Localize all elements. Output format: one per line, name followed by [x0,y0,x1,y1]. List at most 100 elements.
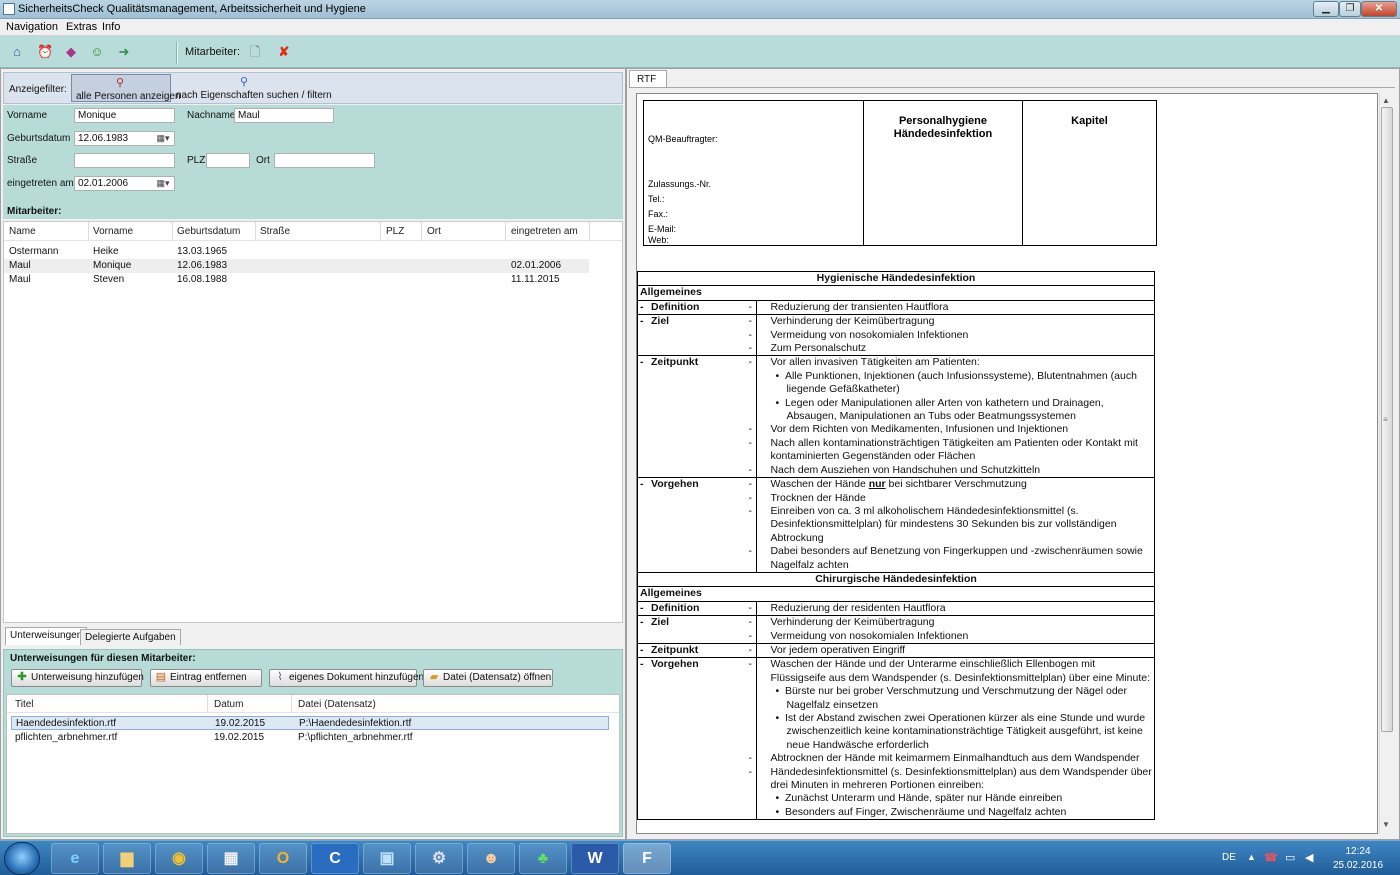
zeitpunkt-key: - Zeitpunkt [637,355,758,479]
email-label: E-Mail: [648,224,677,234]
vorgehen-value: - Waschen der Hände nur bei sichtbarer Ve… [748,477,1155,573]
citrix-icon[interactable]: C [311,843,359,874]
filter-label: Anzeigefilter: [9,84,67,95]
add-own-document-button[interactable]: ⌇ eigenes Dokument hinzufügen [269,669,424,687]
col-zip[interactable]: PLZ [386,226,404,237]
tab-rtf[interactable]: RTF [629,70,667,88]
open-file-button[interactable]: ▰ Datei (Datensatz) öffnen [423,669,553,687]
col-firstname[interactable]: Vorname [93,226,133,237]
col-name[interactable]: Name [9,226,36,237]
city-field[interactable] [274,153,375,168]
exit-icon[interactable]: ➜ [117,45,131,59]
close-button[interactable]: ✕ [1361,1,1397,17]
training-row[interactable]: pflichten_arbnehmer.rtf 19.02.2015 P:\pf… [11,731,609,745]
network-status-icon[interactable]: ▭ [1285,851,1295,864]
lastname-field[interactable]: Maul [234,108,334,123]
zip-label: PLZ [187,155,206,166]
clock-time[interactable]: 12:24 [1333,846,1383,857]
remove-entry-button[interactable]: ▤ Eintrag entfernen [150,669,262,687]
toolbar-separator [176,42,178,64]
col-street[interactable]: Straße [260,226,290,237]
vertical-scrollbar[interactable]: ▲ ≡ ▼ [1379,93,1394,834]
definition-value: - Reduzierung der transienten Hautflora [748,299,1155,316]
internet-explorer-icon[interactable]: e [51,843,99,874]
calendar-dropdown-icon[interactable]: ▦▾ [154,177,172,190]
trainings-table-header: Titel Datum Datei (Datensatz) [7,695,619,713]
clock-date[interactable]: 25.02.2016 [1330,860,1386,871]
definition-value: - Reduzierung der residenten Hautflora [748,600,1155,617]
scroll-down-icon[interactable]: ▼ [1382,820,1390,829]
book-icon[interactable]: ◆ [64,45,78,59]
general-heading: Allgemeines [637,586,1155,602]
volume-icon[interactable]: ◀ [1305,851,1313,864]
users-icon[interactable]: ☺ [90,45,104,59]
ziel-key: - Ziel [637,615,758,644]
col-birthdate[interactable]: Geburtsdatum [177,226,240,237]
new-document-icon[interactable]: 🗋 [248,45,262,59]
window-title: SicherheitsCheck Qualitätsmanagement, Ar… [18,3,366,15]
search-icon: ⚲ [240,76,249,88]
table-row-selected[interactable]: Maul Monique 12.06.1983 02.01.2006 [4,259,589,273]
table-row[interactable]: Maul Steven 16.08.1988 11.11.2015 [4,273,589,287]
trainings-panel: Unterweisungen für diesen Mitarbeiter: ✚… [3,649,623,837]
show-all-label: alle Personen anzeigen [76,91,181,102]
document-title-line1: Personalhygiene [898,115,988,127]
street-field[interactable] [74,153,175,168]
delete-icon[interactable]: ✘ [277,45,291,59]
tab-delegated-tasks[interactable]: Delegierte Aufgaben [80,629,181,645]
calculator-icon[interactable]: ▦ [207,843,255,874]
alarm-clock-icon[interactable]: ⏰ [37,45,53,59]
chrome-icon[interactable]: ◉ [155,843,203,874]
settings-icon[interactable]: ⚙ [415,843,463,874]
vorgehen-key: - Vorgehen [637,657,758,821]
home-icon[interactable]: ⌂ [10,45,24,59]
plus-icon: ✚ [17,671,27,683]
col-file[interactable]: Datei (Datensatz) [298,699,376,710]
col-title[interactable]: Titel [15,699,34,710]
training-row-selected[interactable]: Haendedesinfektion.rtf 19.02.2015 P:\Hae… [11,716,609,730]
outlook-icon[interactable]: O [259,843,307,874]
search-filter-button[interactable]: ⚲ nach Eigenschaften suchen / filtern [174,74,332,102]
menu-extras[interactable]: Extras [66,21,97,33]
definition-key: - Definition [637,600,758,617]
start-button[interactable] [4,842,40,875]
qm-officer-label: QM-Beauftragter: [648,134,718,144]
calendar-dropdown-icon[interactable]: ▦▾ [154,132,172,145]
maximize-button[interactable]: ❐ [1339,1,1361,17]
show-hidden-icons[interactable]: ▲ [1247,852,1256,862]
section-hygienic: Hygienische Händedesinfektion [637,270,1155,287]
joined-field[interactable]: 02.01.2006 ▦▾ [74,176,175,191]
folder-icon[interactable]: ▆ [103,843,151,874]
city-label: Ort [256,155,270,166]
network-icon[interactable]: ♣ [519,843,567,874]
street-label: Straße [7,155,38,166]
monitor-icon[interactable]: ▣ [363,843,411,874]
show-all-button[interactable]: ⚲ alle Personen anzeigen [71,74,181,102]
birthdate-field[interactable]: 12.06.1983 ▦▾ [74,131,175,146]
general-heading: Allgemeines [637,285,1155,301]
add-training-button[interactable]: ✚ Unterweisung hinzufügen [11,669,144,687]
taskbar: e ▆ ◉ ▦ O C ▣ ⚙ ☻ ♣ W F DE ▲ ☎ ▭ ◀ 12:24… [0,840,1400,875]
scroll-up-icon[interactable]: ▲ [1382,96,1390,105]
language-indicator[interactable]: DE [1222,852,1236,863]
table-row[interactable]: Ostermann Heike 13.03.1965 [4,245,589,259]
word-icon[interactable]: W [571,843,619,874]
paperclip-icon: ⌇ [277,671,283,683]
sicherheitscheck-app-icon[interactable]: F [623,843,671,874]
tab-trainings[interactable]: Unterweisungen [5,627,88,645]
birthdate-label: Geburtsdatum [7,133,71,144]
menu-navigation[interactable]: Navigation [6,21,58,33]
ziel-key: - Ziel [637,314,758,357]
col-city[interactable]: Ort [427,226,441,237]
zeitpunkt-key: - Zeitpunkt [637,642,758,659]
firstname-field[interactable]: Monique [74,108,175,123]
employees-label: Mitarbeiter: [7,206,62,217]
col-date[interactable]: Datum [214,699,243,710]
zip-field[interactable] [206,153,250,168]
menu-info[interactable]: Info [102,21,120,33]
document-title-line2: Händedesinfektion [893,128,993,140]
minimize-button[interactable]: ▁ [1313,1,1339,17]
user-icon[interactable]: ☻ [467,843,515,874]
col-joined[interactable]: eingetreten am [511,226,578,237]
phone-icon[interactable]: ☎ [1264,851,1278,864]
